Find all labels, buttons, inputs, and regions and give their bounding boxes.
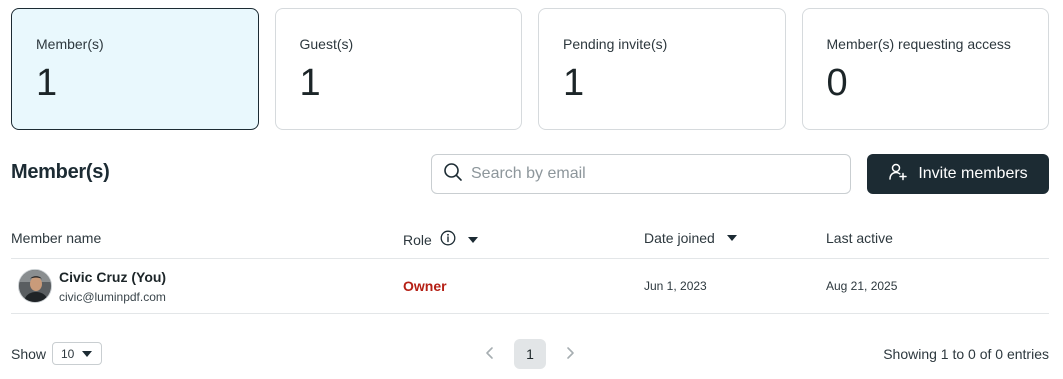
column-header-label: Last active: [826, 230, 893, 246]
member-date-joined: Jun 1, 2023: [644, 279, 707, 293]
stat-label: Member(s): [36, 36, 104, 52]
search-box[interactable]: [431, 154, 851, 194]
add-user-icon: [888, 162, 908, 187]
section-title: Member(s): [11, 161, 110, 183]
stat-label: Member(s) requesting access: [826, 36, 1011, 52]
invite-members-button[interactable]: Invite members: [867, 154, 1049, 194]
member-role: Owner: [403, 278, 447, 294]
invite-members-label: Invite members: [918, 165, 1028, 182]
stats-row: Member(s) 1 Guest(s) 1 Pending invite(s)…: [11, 8, 1049, 130]
stat-value: 1: [36, 62, 58, 104]
caret-down-icon[interactable]: [726, 235, 737, 241]
stat-card-members[interactable]: Member(s) 1: [11, 8, 259, 130]
stat-value: 0: [826, 62, 848, 104]
stat-label: Pending invite(s): [563, 36, 668, 52]
stat-label: Guest(s): [299, 36, 354, 52]
chevron-right-icon[interactable]: [562, 345, 578, 361]
search-icon: [443, 162, 463, 187]
chevron-left-icon[interactable]: [482, 345, 498, 361]
column-header-date-joined[interactable]: Date joined: [644, 230, 737, 246]
caret-down-icon: [82, 350, 93, 357]
stat-value: 1: [299, 62, 321, 104]
column-header-label: Role: [403, 231, 432, 248]
caret-down-icon[interactable]: [467, 236, 478, 243]
avatar: [18, 269, 52, 303]
stat-card-pending-invites[interactable]: Pending invite(s) 1: [538, 8, 786, 130]
column-header-label: Member name: [11, 230, 102, 246]
table-header: Member name Role Date joined Last active: [11, 229, 1049, 259]
column-header-name: Member name: [11, 230, 101, 246]
column-header-label: Date joined: [644, 230, 715, 246]
stat-card-guests[interactable]: Guest(s) 1: [274, 8, 522, 130]
entries-info: Showing 1 to 0 of 0 entries: [883, 346, 1049, 362]
stat-card-requesting-access[interactable]: Member(s) requesting access 0: [801, 8, 1049, 130]
table-footer: Show 10 1 Showing 1 to 0 of 0 entries: [11, 339, 1049, 369]
info-icon[interactable]: [440, 230, 456, 249]
page-button-current[interactable]: 1: [514, 339, 546, 369]
member-last-active: Aug 21, 2025: [826, 279, 898, 293]
column-header-role[interactable]: Role: [403, 230, 478, 249]
member-email: civic@luminpdf.com: [59, 290, 166, 304]
column-header-last-active: Last active: [826, 230, 893, 246]
table-row[interactable]: Civic Cruz (You) civic@luminpdf.com Owne…: [11, 259, 1049, 314]
member-name: Civic Cruz (You): [59, 269, 167, 285]
search-input[interactable]: [471, 165, 831, 183]
page-size-value: 10: [61, 346, 75, 361]
page-size-select[interactable]: 10: [52, 342, 102, 365]
show-label: Show: [11, 346, 47, 362]
stat-value: 1: [563, 62, 585, 104]
